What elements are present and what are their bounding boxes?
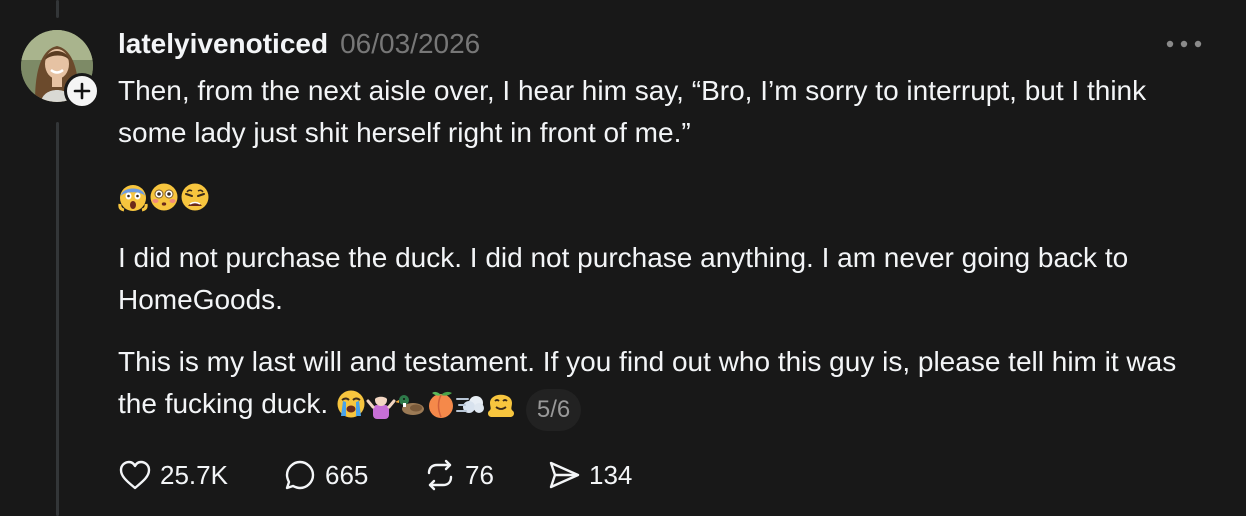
plus-icon (73, 82, 91, 100)
like-button[interactable]: 25.7K (118, 459, 283, 491)
peach-emoji (426, 389, 456, 419)
repost-button[interactable]: 76 (423, 458, 547, 492)
share-count: 134 (589, 459, 633, 490)
thread-line (56, 122, 59, 516)
share-button[interactable]: 134 (547, 458, 632, 492)
flushed-face-emoji (149, 182, 179, 212)
thread-line-top (56, 0, 59, 18)
heart-icon (119, 460, 151, 490)
dashing-away-emoji (455, 389, 486, 419)
more-options-button[interactable] (1160, 32, 1208, 56)
repost-icon (427, 459, 453, 491)
melting-face-emoji (486, 389, 516, 419)
more-horizontal-icon (1166, 40, 1202, 48)
weary-face-emoji (180, 182, 210, 212)
loudly-crying-face-emoji (336, 389, 366, 419)
avatar-container[interactable] (21, 30, 100, 109)
duck-emoji (395, 389, 426, 419)
send-icon (549, 461, 580, 489)
username-link[interactable]: latelyivenoticed (118, 28, 328, 60)
post-paragraph-1: Then, from the next aisle over, I hear h… (118, 75, 1147, 148)
comment-bubble-icon (285, 460, 315, 490)
follow-button[interactable] (64, 73, 100, 109)
post-paragraph-3: I did not purchase the duck. I did not p… (118, 242, 1129, 315)
thread-page-indicator: 5/6 (525, 389, 582, 431)
post-date: 06/03/2026 (340, 28, 481, 59)
person-shrugging-emoji (366, 389, 396, 419)
like-count: 25.7K (160, 459, 228, 490)
reaction-emoji-row (118, 182, 210, 212)
repost-count: 76 (465, 459, 494, 490)
post-paragraph-4-text: This is my last will and testament. If y… (118, 346, 1177, 419)
face-screaming-in-fear-emoji (118, 182, 148, 212)
reply-count: 665 (325, 459, 369, 490)
reply-button[interactable]: 665 (283, 458, 423, 492)
post-paragraph-4: This is my last will and testament. If y… (118, 341, 1218, 431)
post-header: latelyivenoticed 06/03/2026 (118, 26, 480, 62)
post-actions-bar: 25.7K 665 76 134 (118, 452, 632, 498)
